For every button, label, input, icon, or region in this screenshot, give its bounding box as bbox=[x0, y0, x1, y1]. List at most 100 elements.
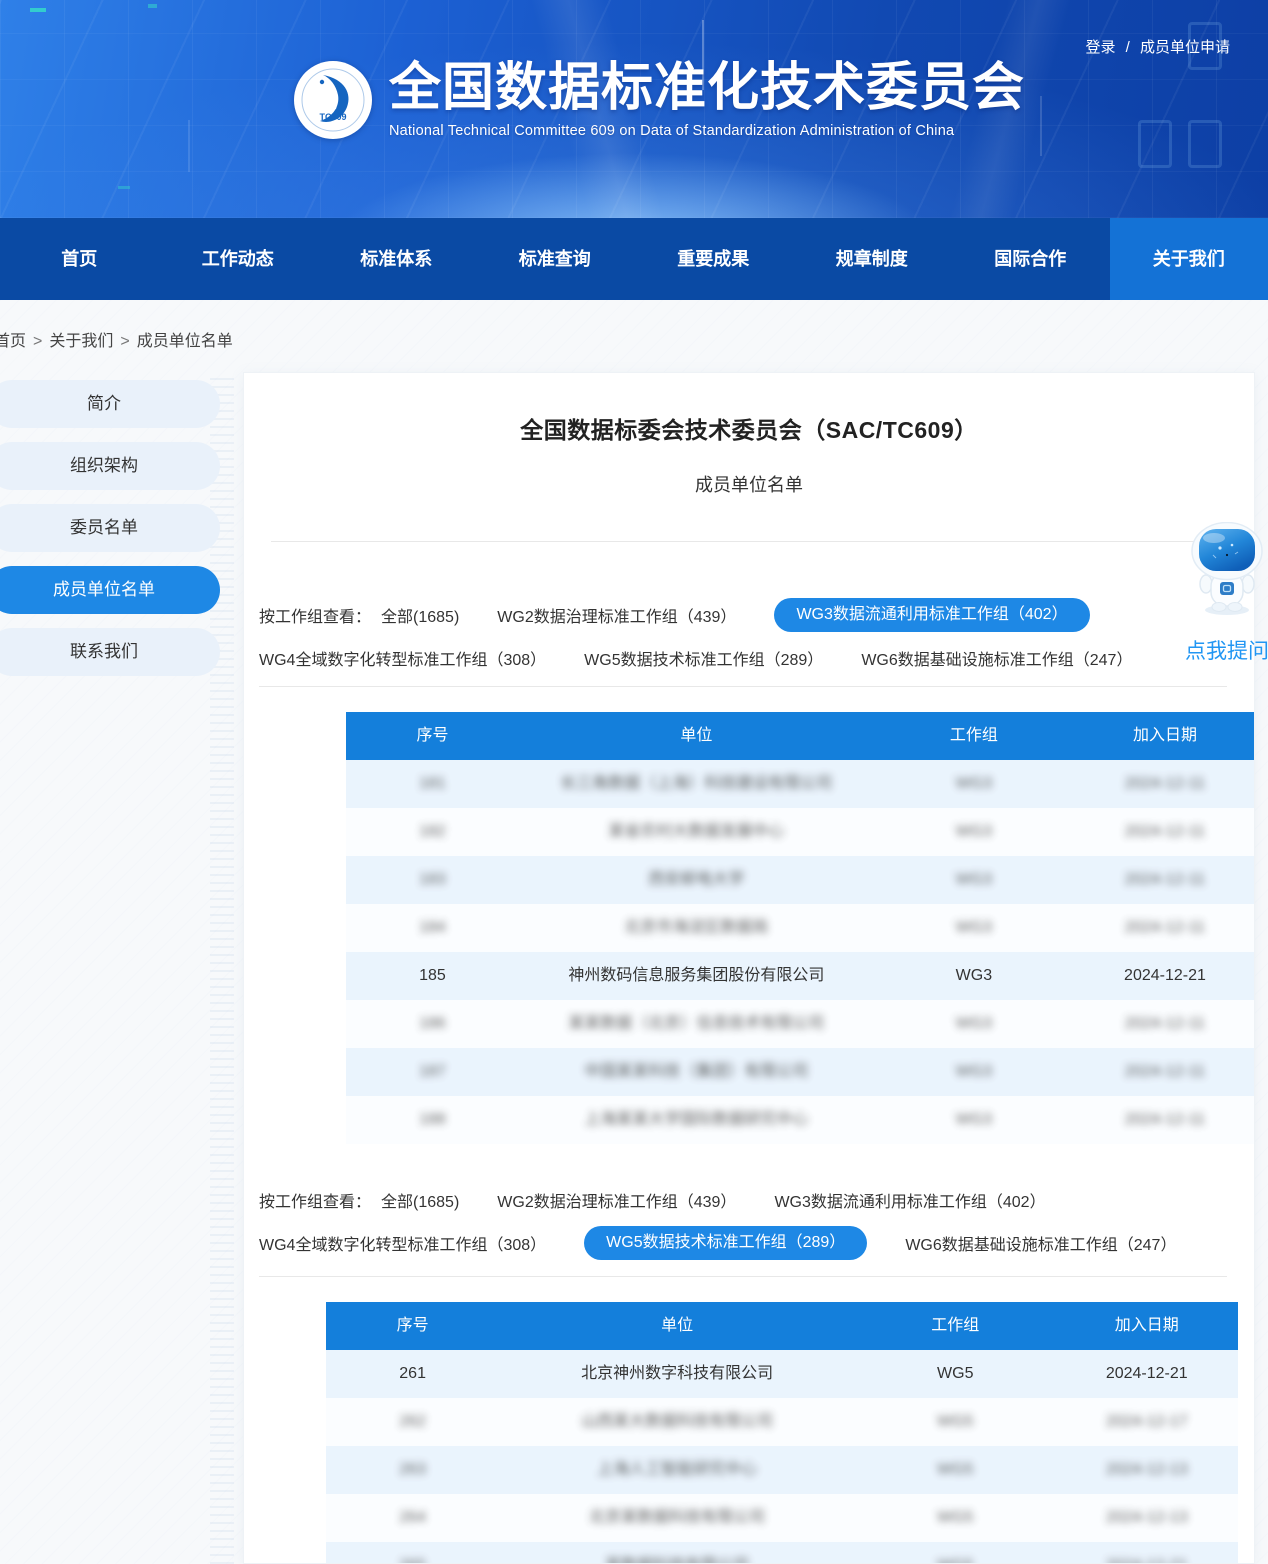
divider bbox=[271, 541, 1227, 542]
sidebar-item-联系我们[interactable]: 联系我们 bbox=[0, 628, 220, 676]
table-cell-text: 262 bbox=[399, 1413, 426, 1430]
table-cell-text: 北京某数据科技有限公司 bbox=[589, 1509, 765, 1526]
nav-item-规章制度[interactable]: 规章制度 bbox=[793, 218, 952, 300]
nav-item-工作动态[interactable]: 工作动态 bbox=[159, 218, 318, 300]
table-cell-text: 2024-12-11 bbox=[1125, 1063, 1206, 1080]
table-cell: 2024-12-11 bbox=[1074, 760, 1255, 808]
table-cell: WG3 bbox=[874, 1000, 1074, 1048]
table-header-cell: 单位 bbox=[519, 712, 874, 760]
filter-option[interactable]: 全部(1685) bbox=[381, 1188, 459, 1212]
filter-option[interactable]: WG2数据治理标准工作组（439） bbox=[497, 1188, 736, 1212]
table-row: 181长三角数据（上海）科技建设有限公司WG32024-12-11 bbox=[346, 760, 1255, 808]
table-cell: 2024-12-13 bbox=[1056, 1446, 1238, 1494]
chatbot-label[interactable]: 点我提问 bbox=[1178, 635, 1268, 665]
breadcrumb-item[interactable]: 关于我们 bbox=[49, 333, 113, 350]
table-cell: WG5 bbox=[855, 1350, 1056, 1398]
table-cell: 上海人工智能研究中心 bbox=[499, 1446, 855, 1494]
member-section: 按工作组查看： 全部(1685)WG2数据治理标准工作组（439）WG3数据流通… bbox=[244, 598, 1254, 1144]
table-cell-text: 北京神州数字科技有限公司 bbox=[581, 1365, 773, 1382]
member-section: 按工作组查看： 全部(1685)WG2数据治理标准工作组（439）WG3数据流通… bbox=[244, 1188, 1254, 1564]
table-cell: 长三角数据（上海）科技建设有限公司 bbox=[519, 760, 874, 808]
table-cell-text: 2024-12-13 bbox=[1106, 1509, 1188, 1526]
table-cell-text: 西安邮电大学 bbox=[648, 871, 744, 888]
filter-option[interactable]: 全部(1685) bbox=[381, 603, 459, 627]
table-cell-text: WG5 bbox=[937, 1557, 973, 1564]
member-table: 序号单位工作组加入日期 181长三角数据（上海）科技建设有限公司WG32024-… bbox=[346, 712, 1255, 1144]
brand: TC609 全国数据标准化技术委员会 National Technical Co… bbox=[293, 58, 1025, 140]
table-cell: 262 bbox=[326, 1398, 499, 1446]
filter-row: WG4全域数字化转型标准工作组（308） WG5数据技术标准工作组（289） WG6… bbox=[244, 646, 1254, 670]
table-cell-text: 某省农村大数据发展中心 bbox=[608, 823, 784, 840]
page-title: 全国数据标委会技术委员会（SAC/TC609） bbox=[244, 411, 1254, 445]
table-header-cell: 工作组 bbox=[874, 712, 1074, 760]
page: 登录 / 成员单位申请 TC609 全国数据标准化技术委员会 National … bbox=[0, 0, 1268, 1564]
divider bbox=[259, 1276, 1227, 1277]
table-cell: 183 bbox=[346, 856, 519, 904]
table-cell-text: WG3 bbox=[956, 823, 992, 840]
member-sections: 按工作组查看： 全部(1685)WG2数据治理标准工作组（439）WG3数据流通… bbox=[244, 598, 1254, 1564]
sidebar-item-成员单位名单[interactable]: 成员单位名单 bbox=[0, 566, 220, 614]
table-row: 188上海某某大学国际数据研究中心WG32024-12-11 bbox=[346, 1096, 1255, 1144]
table-cell-text: WG3 bbox=[956, 1063, 992, 1080]
nav-item-标准体系[interactable]: 标准体系 bbox=[317, 218, 476, 300]
table-cell-text: 182 bbox=[419, 823, 446, 840]
table-cell-text: WG5 bbox=[937, 1365, 973, 1382]
nav-item-国际合作[interactable]: 国际合作 bbox=[951, 218, 1110, 300]
table-cell: 2024-12-11 bbox=[1074, 856, 1255, 904]
filter-option[interactable]: WG3数据流通利用标准工作组（402） bbox=[774, 598, 1089, 632]
table-cell-text: 2024-12-21 bbox=[1124, 967, 1206, 984]
chatbot-widget[interactable] bbox=[1186, 522, 1268, 623]
table-cell-text: WG3 bbox=[956, 775, 992, 792]
table-cell: 某省农村大数据发展中心 bbox=[519, 808, 874, 856]
table-cell-text: WG3 bbox=[956, 871, 992, 888]
table-cell: 北京神州数字科技有限公司 bbox=[499, 1350, 855, 1398]
nav-item-关于我们[interactable]: 关于我们 bbox=[1110, 218, 1268, 300]
table-cell: WG5 bbox=[855, 1542, 1056, 1564]
table-cell: 188 bbox=[346, 1096, 519, 1144]
filter-option[interactable]: WG3数据流通利用标准工作组（402） bbox=[774, 1188, 1045, 1212]
table-row: 263上海人工智能研究中心WG52024-12-13 bbox=[326, 1446, 1238, 1494]
breadcrumb: 首页>关于我们>成员单位名单 bbox=[0, 327, 233, 351]
member-apply-link[interactable]: 成员单位申请 bbox=[1140, 39, 1230, 56]
table-cell: 上海某某大学国际数据研究中心 bbox=[519, 1096, 874, 1144]
breadcrumb-separator: > bbox=[120, 333, 129, 350]
filter-option[interactable]: WG6数据基础设施标准工作组（247） bbox=[905, 1231, 1176, 1255]
table-body: 261北京神州数字科技有限公司WG52024-12-21262山西某大数据科技有… bbox=[326, 1350, 1238, 1564]
filter-row: WG4全域数字化转型标准工作组（308） WG5数据技术标准工作组（289） WG6… bbox=[244, 1226, 1254, 1260]
page-body: 首页>关于我们>成员单位名单 简介组织架构委员名单成员单位名单联系我们 全国数据… bbox=[0, 300, 1268, 1564]
sidebar-item-简介[interactable]: 简介 bbox=[0, 380, 220, 428]
table-cell: 187 bbox=[346, 1048, 519, 1096]
filter-option[interactable]: WG4全域数字化转型标准工作组（308） bbox=[259, 646, 546, 670]
nav-item-重要成果[interactable]: 重要成果 bbox=[634, 218, 793, 300]
sidebar-item-委员名单[interactable]: 委员名单 bbox=[0, 504, 220, 552]
table-cell-text: WG3 bbox=[956, 967, 992, 984]
table-cell: 264 bbox=[326, 1494, 499, 1542]
table-cell-text: 上海人工智能研究中心 bbox=[597, 1461, 757, 1478]
table-cell-text: 2024-12-11 bbox=[1125, 919, 1206, 936]
nav-item-首页[interactable]: 首页 bbox=[0, 218, 159, 300]
table-cell-text: WG5 bbox=[937, 1461, 973, 1478]
table-cell: 北京某数据科技有限公司 bbox=[499, 1494, 855, 1542]
table-cell-text: 北京市海淀区数据局 bbox=[624, 919, 768, 936]
sidebar-item-组织架构[interactable]: 组织架构 bbox=[0, 442, 220, 490]
filter-option[interactable]: WG2数据治理标准工作组（439） bbox=[497, 603, 736, 627]
header-decoration bbox=[1188, 120, 1222, 168]
table-cell: 2024-12-21 bbox=[1056, 1542, 1238, 1564]
table-header-row: 序号单位工作组加入日期 bbox=[346, 712, 1255, 760]
table-row: 187中国某某科技（集团）有限公司WG32024-12-11 bbox=[346, 1048, 1255, 1096]
table-cell-text: 某数据科技有限公司 bbox=[605, 1557, 749, 1564]
nav-item-标准查询[interactable]: 标准查询 bbox=[476, 218, 635, 300]
login-link[interactable]: 登录 bbox=[1085, 39, 1115, 56]
filter-option[interactable]: WG5数据技术标准工作组（289） bbox=[584, 646, 823, 670]
filter-option[interactable]: WG5数据技术标准工作组（289） bbox=[584, 1226, 867, 1260]
filter-option[interactable]: WG4全域数字化转型标准工作组（308） bbox=[259, 1231, 546, 1255]
table-cell: 2024-12-17 bbox=[1056, 1398, 1238, 1446]
breadcrumb-item[interactable]: 首页 bbox=[0, 333, 26, 350]
filter-option[interactable]: WG6数据基础设施标准工作组（247） bbox=[861, 646, 1132, 670]
table-header-row: 序号单位工作组加入日期 bbox=[326, 1302, 1238, 1350]
table-cell: WG3 bbox=[874, 904, 1074, 952]
table-cell-text: 2024-12-11 bbox=[1125, 871, 1206, 888]
table-row: 261北京神州数字科技有限公司WG52024-12-21 bbox=[326, 1350, 1238, 1398]
table-cell-text: 2024-12-11 bbox=[1125, 1111, 1206, 1128]
header-decoration bbox=[1138, 120, 1172, 168]
